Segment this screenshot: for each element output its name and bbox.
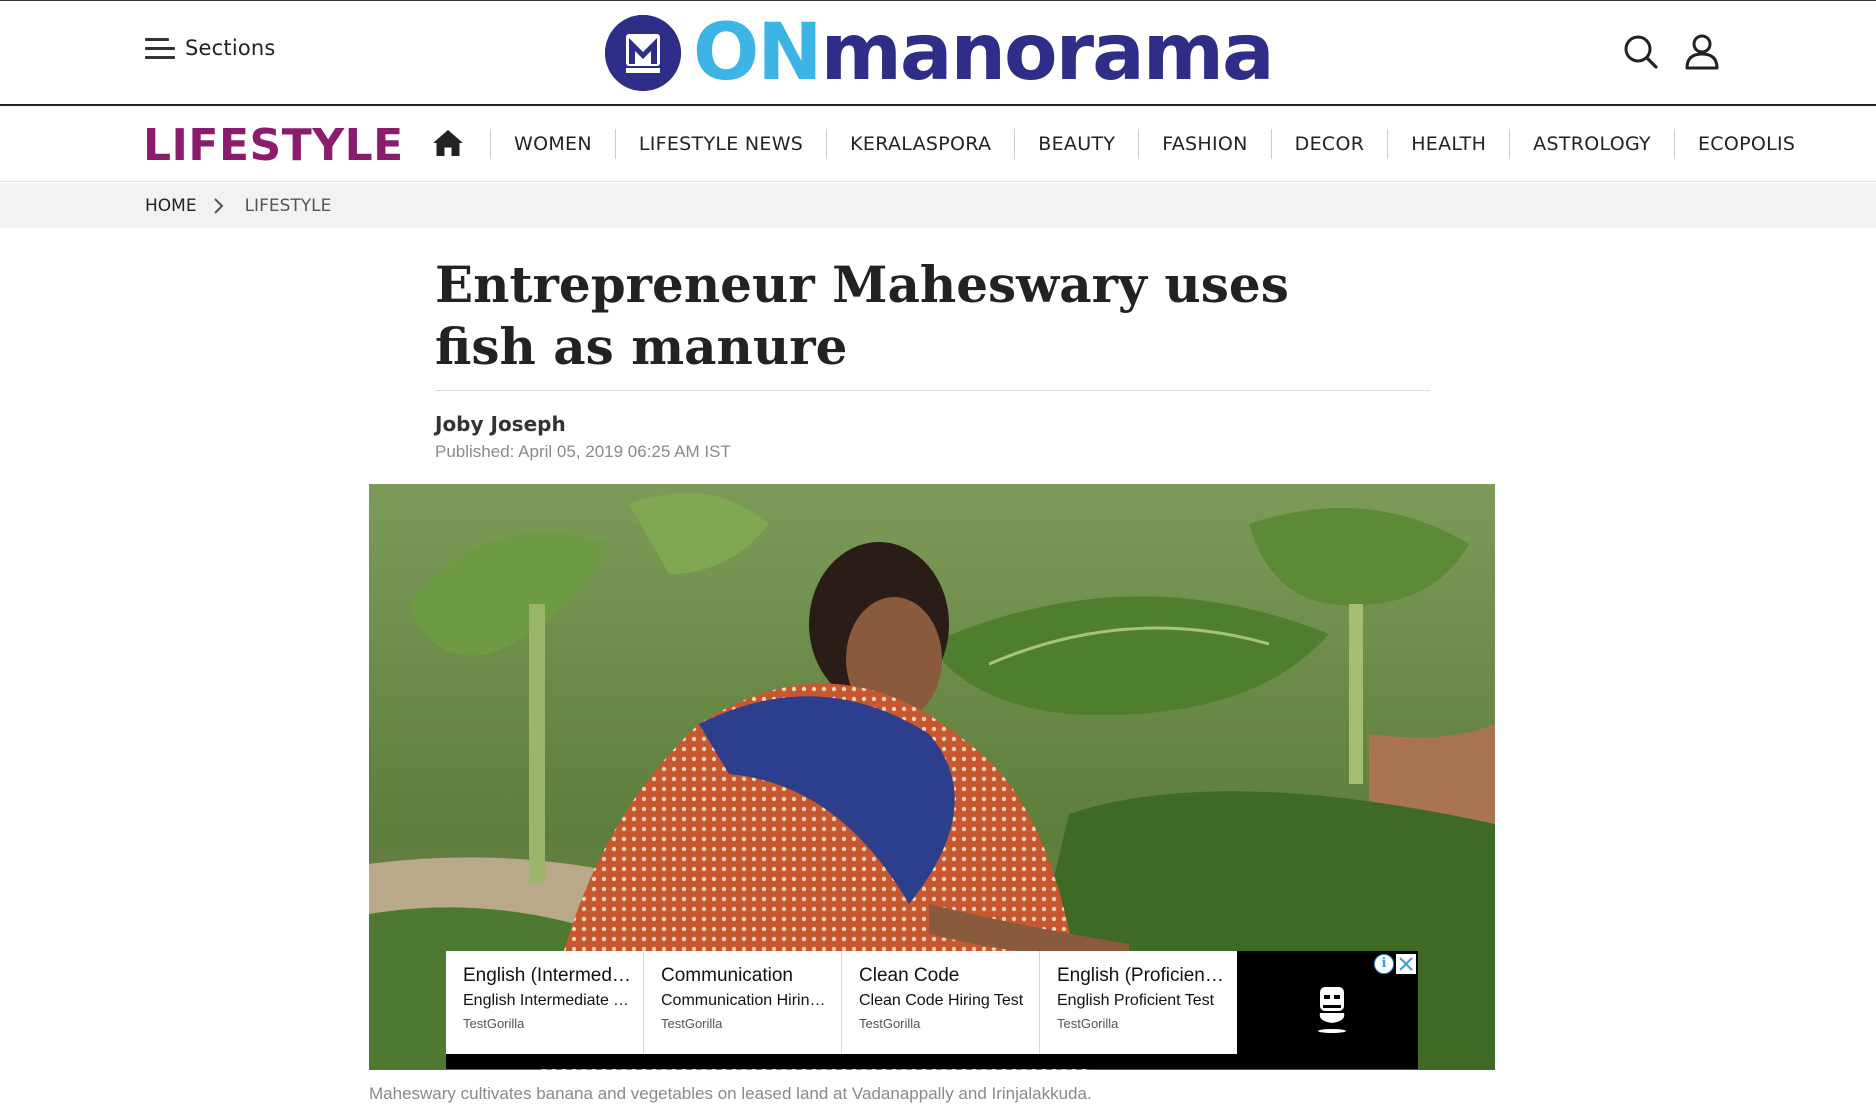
nav-item-lifestyle-news[interactable]: LIFESTYLE NEWS — [614, 106, 826, 182]
nav-item-label: LIFESTYLE NEWS — [638, 133, 804, 155]
image-caption: Maheswary cultivates banana and vegetabl… — [369, 1084, 1092, 1103]
nav-item-label: FASHION — [1162, 133, 1248, 155]
ad-card-subtitle: English Intermediate Test — [463, 992, 633, 1009]
ad-card-subtitle: English Proficient Test — [1057, 992, 1215, 1009]
ad-card-source: TestGorilla — [1057, 1016, 1119, 1031]
ad-card-title: English (Proficient/Advanced) — [1057, 965, 1227, 986]
nav-item-ecopolis[interactable]: ECOPOLIS — [1673, 106, 1818, 182]
logo-text-manorama: manorama — [820, 8, 1275, 98]
gorilla-logo-icon — [1318, 987, 1346, 1033]
ad-card-source: TestGorilla — [859, 1016, 921, 1031]
nav-item-women[interactable]: WOMEN — [490, 106, 615, 182]
nav-item-decor[interactable]: DECOR — [1270, 106, 1388, 182]
nav-item-label: ECOPOLIS — [1697, 133, 1796, 155]
home-icon — [433, 130, 463, 156]
nav-item-beauty[interactable]: BEAUTY — [1014, 106, 1138, 182]
ad-card-title: English (Intermediate) — [463, 965, 633, 986]
logo-text-on: ON — [693, 8, 823, 98]
ad-card-source: TestGorilla — [661, 1016, 723, 1031]
ad-card-title: Communication — [661, 965, 793, 986]
nav-item-fashion[interactable]: FASHION — [1138, 106, 1270, 182]
nav-item-label: ASTROLOGY — [1533, 133, 1651, 155]
search-icon — [1624, 35, 1658, 69]
article-author[interactable]: Joby Joseph — [435, 412, 566, 436]
sections-label: Sections — [185, 36, 276, 60]
user-icon — [1685, 34, 1719, 70]
breadcrumb: HOME LIFESTYLE — [0, 183, 1876, 228]
article-headline: Entrepreneur Maheswary uses fish as manu… — [435, 255, 1289, 376]
nav-item-label: KERALASPORA — [850, 133, 992, 155]
ad-card-title: Clean Code — [859, 965, 960, 986]
nav-item-label: DECOR — [1294, 133, 1365, 155]
section-navbar: LIFESTYLE WOMEN LIFESTYLE NEWS KERALASPO… — [0, 106, 1876, 182]
nav-item-keralaspora[interactable]: KERALASPORA — [826, 106, 1014, 182]
ad-card-subtitle: Clean Code Hiring Test — [859, 992, 1024, 1009]
nav-item-label: WOMEN — [514, 133, 592, 155]
sections-menu-button[interactable]: Sections — [145, 35, 276, 61]
search-button[interactable] — [1622, 33, 1660, 71]
nav-item-label: BEAUTY — [1038, 133, 1116, 155]
breadcrumb-current-link[interactable]: LIFESTYLE — [245, 196, 332, 216]
site-header: Sections ON manorama — [0, 0, 1876, 106]
ad-cards: English (Intermediate) English Intermedi… — [446, 951, 1237, 1054]
user-account-button[interactable] — [1684, 33, 1720, 71]
ad-card-source: TestGorilla — [463, 1016, 525, 1031]
article-published-date: Published: April 05, 2019 06:25 AM IST — [435, 442, 731, 461]
nav-menu: WOMEN LIFESTYLE NEWS KERALASPORA BEAUTY … — [490, 106, 1818, 182]
home-nav-button[interactable] — [432, 128, 464, 158]
ad-card[interactable]: English (Intermediate) English Intermedi… — [446, 951, 644, 1054]
nav-item-health[interactable]: HEALTH — [1387, 106, 1509, 182]
logo-badge-icon — [605, 15, 681, 91]
site-logo[interactable]: ON manorama — [605, 8, 1275, 98]
close-icon — [1399, 957, 1413, 971]
ad-card[interactable]: Communication Communication Hiring Test … — [644, 951, 842, 1054]
ad-card[interactable]: English (Proficient/Advanced) English Pr… — [1040, 951, 1237, 1054]
ad-card[interactable]: Clean Code Clean Code Hiring Test TestGo… — [842, 951, 1040, 1054]
ad-card-subtitle: Communication Hiring Test — [661, 992, 831, 1009]
chevron-right-icon — [213, 197, 223, 214]
ad-close-button[interactable] — [1396, 954, 1416, 974]
ad-banner[interactable]: English (Intermediate) English Intermedi… — [446, 951, 1418, 1069]
section-brand-lifestyle[interactable]: LIFESTYLE — [143, 120, 404, 171]
ad-info-icon[interactable]: i — [1374, 954, 1394, 974]
headline-divider — [435, 390, 1430, 391]
hamburger-icon — [145, 35, 177, 61]
nav-item-label: HEALTH — [1411, 133, 1487, 155]
breadcrumb-home-link[interactable]: HOME — [145, 196, 197, 216]
nav-item-astrology[interactable]: ASTROLOGY — [1509, 106, 1674, 182]
